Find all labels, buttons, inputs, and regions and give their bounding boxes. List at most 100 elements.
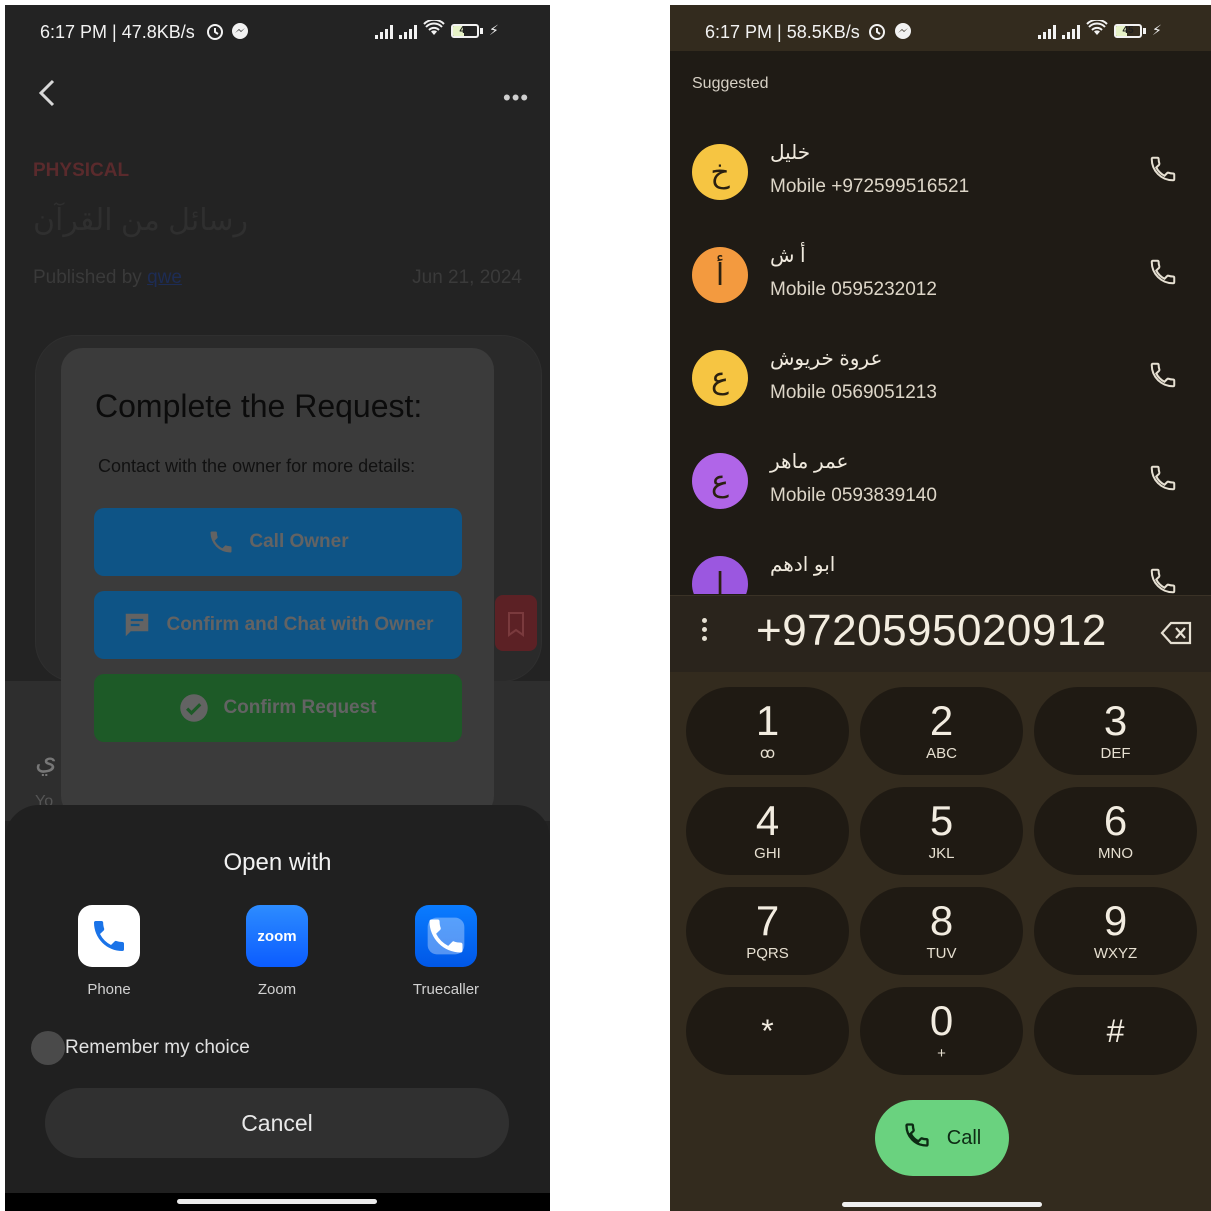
request-dialog: Complete the Request: Contact with the o… <box>61 348 494 818</box>
contact-name: أ ش <box>770 245 806 267</box>
key-0[interactable]: 0 + <box>860 987 1023 1075</box>
key-6[interactable]: 6 MNO <box>1034 787 1197 875</box>
contact-row[interactable]: أ أ ش Mobile 0595232012 <box>670 243 1211 343</box>
contact-number: Mobile 0593839140 <box>770 485 937 506</box>
contact-row[interactable]: ع عروة خريوش Mobile 0569051213 <box>670 346 1211 446</box>
background-text: ي <box>35 744 57 775</box>
phone-app-label: Phone <box>87 981 131 998</box>
confirm-request-label: Confirm Request <box>223 697 377 718</box>
post-date: Jun 21, 2024 <box>412 267 522 288</box>
battery-icon: 45 <box>1114 23 1146 38</box>
call-contact-icon[interactable] <box>1148 257 1178 287</box>
call-owner-label: Call Owner <box>249 531 349 552</box>
check-circle-icon <box>179 693 209 723</box>
phone-app-option[interactable]: Phone <box>49 905 169 998</box>
key-7[interactable]: 7 PQRS <box>686 887 849 975</box>
suggested-heading: Suggested <box>692 75 769 92</box>
key-hash[interactable]: # <box>1034 987 1197 1075</box>
truecaller-app-icon <box>415 905 477 967</box>
publisher-line: Published by qwe <box>33 267 182 288</box>
publisher-link[interactable]: qwe <box>147 267 182 288</box>
left-phone-screen: 6:17 PM | 47.8KB/s 46 ⚡ ••• PHYSICAL رسا… <box>5 5 550 1211</box>
bookmark-button[interactable] <box>495 595 537 651</box>
contact-name: عروة خريوش <box>770 348 883 370</box>
status-time: 6:17 PM | 58.5KB/s <box>705 22 860 42</box>
backspace-icon[interactable] <box>1160 620 1194 646</box>
dialed-number-bar: +9720595020912 <box>670 595 1211 672</box>
open-with-sheet: Open with Phone zoom Zoom Truecaller Rem… <box>5 805 550 1211</box>
contact-avatar: ع <box>692 350 748 406</box>
contact-name: خليل <box>770 142 811 164</box>
wifi-icon <box>1086 18 1108 41</box>
key-8[interactable]: 8 TUV <box>860 887 1023 975</box>
contact-avatar: ع <box>692 453 748 509</box>
contact-row[interactable]: ع عمر ماهر Mobile 0593839140 <box>670 449 1211 549</box>
status-time: 6:17 PM | 47.8KB/s <box>40 22 195 42</box>
confirm-chat-button[interactable]: Confirm and Chat with Owner <box>94 591 462 659</box>
signal-icon <box>399 23 417 39</box>
voicemail-icon: ꝏ <box>759 745 776 762</box>
phone-icon <box>903 1121 931 1155</box>
key-3[interactable]: 3 DEF <box>1034 687 1197 775</box>
battery-icon: 46 <box>451 23 483 38</box>
contact-name: عمر ماهر <box>770 451 849 473</box>
post-title: رسائل من القرآن <box>33 204 248 237</box>
contact-row[interactable]: خ خليل Mobile +972599516521 <box>670 140 1211 240</box>
dialed-number[interactable]: +9720595020912 <box>756 606 1107 656</box>
dialog-title: Complete the Request: <box>95 388 423 424</box>
more-options-icon[interactable]: ••• <box>503 85 529 111</box>
zoom-app-icon: zoom <box>246 905 308 967</box>
call-contact-icon[interactable] <box>1148 154 1178 184</box>
call-button[interactable]: Call <box>875 1100 1009 1176</box>
key-5[interactable]: 5 JKL <box>860 787 1023 875</box>
chat-icon <box>122 610 152 640</box>
contact-avatar: خ <box>692 144 748 200</box>
wifi-icon <box>423 18 445 41</box>
alarm-icon <box>205 21 225 46</box>
messenger-icon <box>894 22 912 45</box>
menu-dots-icon[interactable] <box>702 618 710 645</box>
messenger-icon <box>231 22 249 45</box>
key-star[interactable]: * <box>686 987 849 1075</box>
cancel-button[interactable]: Cancel <box>45 1088 509 1158</box>
alarm-icon <box>867 21 887 46</box>
phone-icon <box>207 528 235 556</box>
post-category: PHYSICAL <box>33 160 130 181</box>
status-bar: 6:17 PM | 47.8KB/s 46 ⚡ <box>5 5 550 63</box>
key-1[interactable]: 1ꝏ <box>686 687 849 775</box>
zoom-app-label: Zoom <box>257 981 297 998</box>
signal-icon <box>1038 23 1056 39</box>
contact-row[interactable]: ا ابو ادهم <box>670 552 1211 594</box>
call-contact-icon[interactable] <box>1148 360 1178 390</box>
home-indicator[interactable] <box>842 1202 1042 1207</box>
contact-avatar: أ <box>692 247 748 303</box>
key-9[interactable]: 9 WXYZ <box>1034 887 1197 975</box>
confirm-request-button[interactable]: Confirm Request <box>94 674 462 742</box>
confirm-chat-label: Confirm and Chat with Owner <box>166 614 434 635</box>
contact-number: Mobile 0569051213 <box>770 382 937 403</box>
remember-radio[interactable] <box>31 1031 65 1065</box>
sheet-title: Open with <box>223 849 332 876</box>
contact-avatar: ا <box>692 556 748 594</box>
signal-icon <box>375 23 393 39</box>
right-phone-screen: 6:17 PM | 58.5KB/s 45 ⚡ Suggested خ خليل… <box>670 5 1211 1211</box>
charging-icon: ⚡ <box>1152 22 1162 38</box>
back-icon[interactable] <box>33 75 63 111</box>
dialog-subtitle: Contact with the owner for more details: <box>98 456 416 476</box>
remember-label: Remember my choice <box>65 1037 250 1058</box>
call-label: Call <box>946 1126 982 1149</box>
home-indicator[interactable] <box>177 1199 377 1204</box>
contact-number: Mobile 0595232012 <box>770 279 937 300</box>
call-owner-button[interactable]: Call Owner <box>94 508 462 576</box>
truecaller-app-option[interactable]: Truecaller <box>386 905 506 998</box>
signal-icon <box>1062 23 1080 39</box>
key-4[interactable]: 4 GHI <box>686 787 849 875</box>
zoom-app-option[interactable]: zoom Zoom <box>217 905 337 998</box>
call-contact-icon[interactable] <box>1148 566 1178 594</box>
key-2[interactable]: 2 ABC <box>860 687 1023 775</box>
contact-number: Mobile +972599516521 <box>770 176 970 197</box>
contact-name: ابو ادهم <box>770 554 836 576</box>
charging-icon: ⚡ <box>489 22 499 38</box>
call-contact-icon[interactable] <box>1148 463 1178 493</box>
remember-choice-toggle[interactable]: Remember my choice <box>31 1031 250 1065</box>
